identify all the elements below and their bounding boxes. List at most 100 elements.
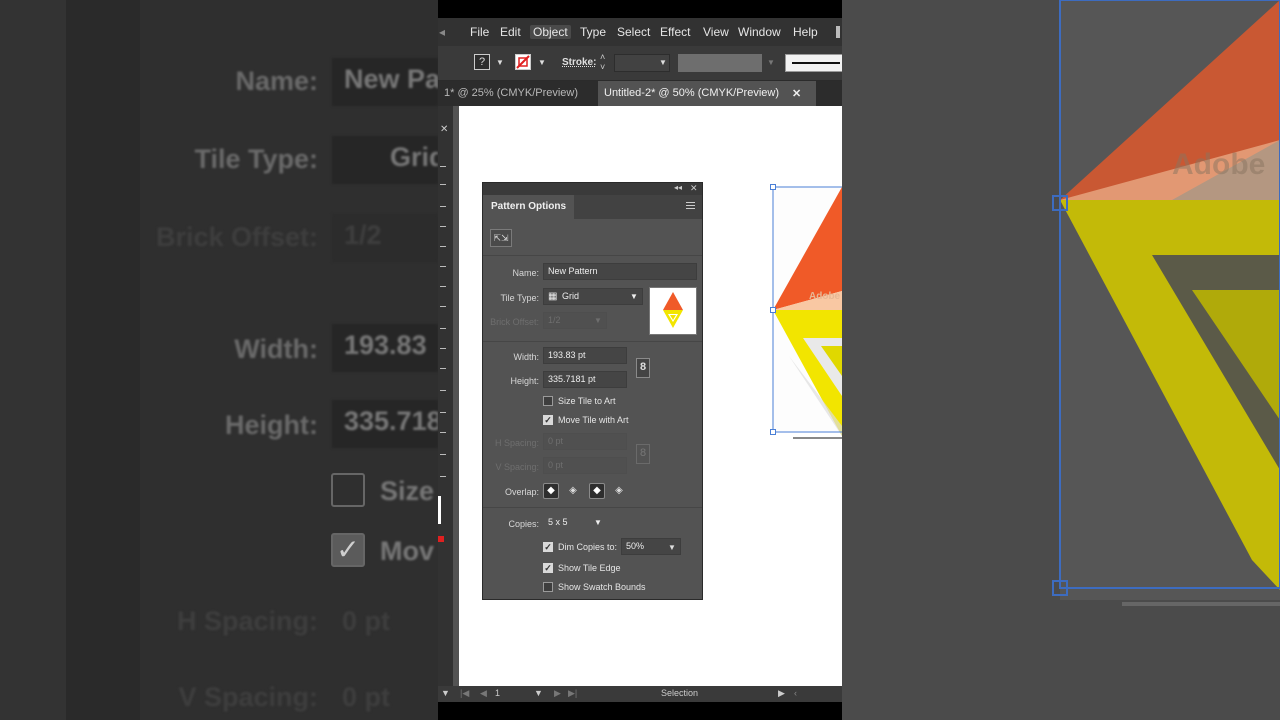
bg-art-text: Adobe — [1172, 148, 1266, 181]
tab-untitled-2[interactable]: Untitled-2* @ 50% (CMYK/Preview) — [598, 81, 816, 106]
right-in-front-icon[interactable]: ◈ — [565, 483, 581, 499]
copies-dropdown-icon: ▼ — [594, 518, 602, 527]
show-swatch-bounds-label: Show Swatch Bounds — [558, 582, 646, 592]
panel-menu-icon[interactable] — [686, 202, 695, 209]
height-input[interactable]: 335.7181 pt — [543, 371, 627, 388]
document-tabs: 1* @ 25% (CMYK/Preview) Untitled-2* @ 50… — [438, 81, 842, 106]
scroll-left-icon[interactable]: ‹ — [794, 688, 797, 698]
v-spacing-label: V Spacing: — [495, 462, 539, 472]
copies-select[interactable]: 5 x 5 ▼ — [543, 514, 607, 531]
bg-h-spacing-value: 0 pt — [342, 606, 391, 636]
bg-brick-offset-label: Brick Offset: — [155, 222, 318, 252]
menu-file[interactable]: File — [470, 25, 489, 39]
tile-type-value: Grid — [562, 291, 580, 301]
bg-tile-type-field: Grid — [332, 136, 438, 184]
pattern-name-input[interactable]: New Pattern — [543, 263, 697, 280]
profile-dropdown-icon[interactable]: ▼ — [767, 58, 775, 67]
close-tab-icon[interactable]: ✕ — [792, 87, 801, 100]
bg-v-spacing-label: V Spacing: — [178, 682, 318, 712]
variable-width-profile[interactable] — [678, 54, 762, 72]
collapse-panel-icon[interactable]: ◂◂ — [674, 183, 682, 192]
tab-document-1[interactable]: 1* @ 25% (CMYK/Preview) — [438, 81, 596, 106]
background-right-zoom: Adobe — [842, 0, 1280, 720]
zoom-dropdown-icon[interactable]: ▼ — [441, 688, 450, 698]
first-artboard-icon[interactable]: |◀ — [460, 688, 469, 699]
panel-header: Pattern Options — [483, 195, 702, 219]
grid-tile-icon: ▦ — [548, 291, 558, 302]
copies-value: 5 x 5 — [548, 517, 568, 527]
pattern-options-panel: ◂◂ ✕ Pattern Options ⇱⇲ Name: New Patter… — [482, 182, 703, 600]
show-tile-edge-checkbox[interactable]: ✓ — [543, 563, 553, 573]
menu-effect[interactable]: Effect — [660, 25, 690, 39]
move-tile-with-art-checkbox[interactable]: ✓ — [543, 415, 553, 425]
menu-window[interactable]: Window — [738, 25, 781, 39]
size-tile-to-art-checkbox[interactable] — [543, 396, 553, 406]
bg-name-field: New Pa — [332, 58, 438, 106]
bg-height-field: 335.718 — [332, 400, 438, 448]
bg-move-label: Mov — [380, 536, 434, 566]
fill-stroke-indicator[interactable] — [438, 496, 441, 524]
fill-swatch[interactable]: ? — [474, 54, 490, 70]
last-artboard-icon[interactable]: ▶| — [568, 688, 577, 699]
show-swatch-bounds-checkbox[interactable] — [543, 582, 553, 592]
tile-type-dropdown-icon: ▼ — [630, 292, 638, 301]
current-tool-status[interactable]: Selection — [661, 688, 698, 698]
menu-edit[interactable]: Edit — [500, 25, 521, 39]
dim-copies-label: Dim Copies to: — [558, 542, 618, 552]
background-toolstrip — [0, 0, 66, 720]
bg-height-label: Height: — [225, 410, 318, 440]
left-in-front-icon[interactable]: ◆ — [543, 483, 559, 499]
menu-object[interactable]: Object — [530, 25, 571, 39]
pattern-tile-tool-icon[interactable]: ⇱⇲ — [490, 229, 512, 247]
artwork-text: Adobe — [809, 291, 841, 302]
stroke-weight-dropdown-icon[interactable]: ▼ — [659, 58, 667, 67]
link-spacing-icon: 8 — [636, 444, 650, 464]
overlap-label: Overlap: — [504, 487, 539, 497]
brick-offset-label: Brick Offset: — [490, 317, 539, 327]
brick-offset-select: 1/2 ▼ — [543, 312, 607, 329]
artboard-number[interactable]: 1 — [495, 688, 500, 698]
dim-copies-dropdown-icon[interactable]: ▼ — [668, 543, 676, 552]
stroke-label[interactable]: Stroke: — [562, 57, 596, 68]
dim-copies-checkbox[interactable]: ✓ — [543, 542, 553, 552]
top-in-front-icon[interactable]: ◆ — [589, 483, 605, 499]
size-tile-to-art-label: Size Tile to Art — [558, 396, 616, 406]
stroke-weight-stepper[interactable]: ˄ ˅ — [600, 52, 605, 72]
close-panel-icon[interactable]: ✕ — [690, 183, 698, 194]
brick-offset-dropdown-icon: ▼ — [594, 316, 602, 325]
status-menu-icon[interactable]: ▶ — [778, 688, 785, 699]
brush-definition[interactable] — [785, 54, 842, 72]
height-label: Height: — [510, 376, 539, 386]
menu-help[interactable]: Help — [793, 25, 818, 39]
bg-size-checkbox — [331, 473, 365, 507]
stroke-swatch[interactable] — [515, 54, 531, 70]
width-input[interactable]: 193.83 pt — [543, 347, 627, 364]
menu-overflow-icon: ◂ — [439, 25, 446, 39]
stroke-dropdown-icon[interactable]: ▼ — [538, 58, 546, 67]
fill-dropdown-icon[interactable]: ▼ — [496, 58, 504, 67]
tools-panel: ✕ — [438, 106, 453, 686]
panel-grip[interactable]: ◂◂ ✕ — [483, 183, 702, 195]
menu-select[interactable]: Select — [617, 25, 650, 39]
bg-move-checkbox: ✓ — [331, 533, 365, 567]
tile-type-label: Tile Type: — [500, 293, 539, 303]
link-dimensions-icon[interactable]: 8 — [636, 358, 650, 378]
panel-title[interactable]: Pattern Options — [483, 195, 575, 219]
menu-type[interactable]: Type — [580, 25, 606, 39]
previous-artboard-icon[interactable]: ◀ — [480, 688, 487, 699]
bottom-letterbox — [438, 702, 842, 720]
tile-type-select[interactable]: ▦ Grid ▼ — [543, 288, 643, 305]
tools-close-icon[interactable]: ✕ — [440, 124, 448, 135]
bg-v-spacing-value: 0 pt — [342, 682, 391, 712]
bg-h-spacing-label: H Spacing: — [176, 606, 318, 636]
separator — [483, 255, 702, 256]
bg-tile-type-label: Tile Type: — [194, 144, 318, 174]
bottom-in-front-icon[interactable]: ◈ — [611, 483, 627, 499]
copies-label: Copies: — [508, 519, 539, 529]
show-tile-edge-label: Show Tile Edge — [558, 563, 621, 573]
next-artboard-icon[interactable]: ▶ — [554, 688, 561, 699]
artboard-dropdown-icon[interactable]: ▼ — [534, 688, 543, 698]
bridge-icon[interactable] — [836, 26, 840, 38]
menu-view[interactable]: View — [703, 25, 729, 39]
swap-color-icon[interactable] — [438, 536, 444, 542]
